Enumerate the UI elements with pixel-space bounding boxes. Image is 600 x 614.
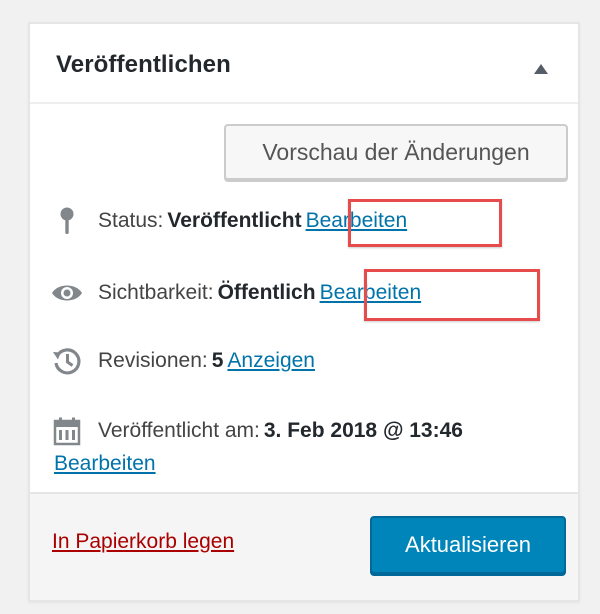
visibility-row: Sichtbarkeit: Öffentlich Bearbeiten bbox=[50, 276, 570, 310]
edit-status-link[interactable]: Bearbeiten bbox=[306, 209, 408, 233]
show-revisions-link[interactable]: Anzeigen bbox=[227, 349, 315, 373]
panel-title: Veröffentlichen bbox=[56, 51, 231, 78]
published-date-value: 3. Feb 2018 @ 13:46 bbox=[263, 419, 463, 442]
edit-visibility-link[interactable]: Bearbeiten bbox=[320, 281, 422, 305]
edit-date-link[interactable]: Bearbeiten bbox=[54, 452, 156, 476]
arrow-up-icon[interactable] bbox=[534, 64, 548, 74]
pin-icon bbox=[50, 204, 84, 238]
update-button[interactable]: Aktualisieren bbox=[370, 516, 566, 574]
calendar-icon bbox=[50, 414, 84, 448]
published-date-label: Veröffentlicht am: bbox=[98, 419, 260, 442]
panel-footer: In Papierkorb legen Aktualisieren bbox=[30, 492, 578, 600]
published-date-row: Veröffentlicht am: 3. Feb 2018 @ 13:46 bbox=[50, 414, 570, 448]
revisions-count: 5 bbox=[211, 349, 224, 372]
revisions-row: Revisionen: 5 Anzeigen bbox=[50, 344, 570, 378]
status-value: Veröffentlicht bbox=[167, 209, 302, 232]
history-icon bbox=[50, 344, 84, 378]
move-to-trash-link[interactable]: In Papierkorb legen bbox=[52, 530, 234, 554]
panel-header[interactable]: Veröffentlichen bbox=[30, 24, 578, 104]
revisions-label: Revisionen: bbox=[98, 349, 208, 372]
preview-changes-button[interactable]: Vorschau der Änderungen bbox=[224, 124, 568, 180]
publish-panel: Veröffentlichen Vorschau der Änderungen … bbox=[28, 22, 580, 602]
status-row: Status: Veröffentlicht Bearbeiten bbox=[50, 204, 570, 238]
eye-icon bbox=[50, 276, 84, 310]
visibility-label: Sichtbarkeit: bbox=[98, 281, 214, 304]
visibility-value: Öffentlich bbox=[217, 281, 316, 304]
status-label: Status: bbox=[98, 209, 164, 232]
